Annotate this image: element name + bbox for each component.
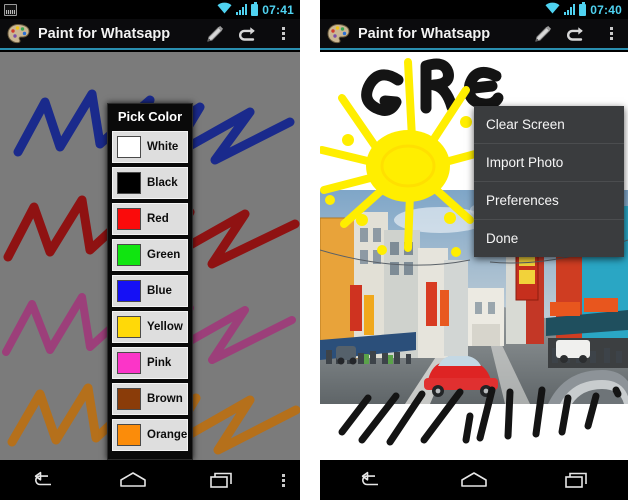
action-bar-left: Paint for Whatsapp xyxy=(0,19,300,50)
color-label: Orange xyxy=(147,429,188,441)
color-label: Red xyxy=(147,213,169,225)
home-icon[interactable] xyxy=(89,460,178,500)
overflow-menu[interactable]: Clear Screen Import Photo Preferences Do… xyxy=(474,106,624,257)
color-option-orange[interactable]: Orange xyxy=(112,419,188,451)
color-option-green[interactable]: Green xyxy=(112,239,188,271)
color-option-brown[interactable]: Brown xyxy=(112,383,188,415)
swatch-orange xyxy=(117,424,141,446)
phone-right: 07:40 Paint for Whatsapp Clear Screen Im… xyxy=(320,0,628,500)
action-bar-right: Paint for Whatsapp xyxy=(320,19,628,50)
swatch-blue xyxy=(117,280,141,302)
back-icon[interactable] xyxy=(0,460,89,500)
menu-item-preferences[interactable]: Preferences xyxy=(474,182,624,220)
color-label: White xyxy=(147,141,179,153)
color-label: Blue xyxy=(147,285,172,297)
app-title: Paint for Whatsapp xyxy=(38,25,171,42)
battery-icon xyxy=(579,1,587,16)
drawing-canvas-right[interactable]: Clear Screen Import Photo Preferences Do… xyxy=(320,52,628,460)
swatch-yellow xyxy=(117,316,141,338)
pencil-icon[interactable] xyxy=(198,18,232,49)
color-option-red[interactable]: Red xyxy=(112,203,188,235)
app-title: Paint for Whatsapp xyxy=(358,25,491,42)
undo-icon[interactable] xyxy=(232,18,266,49)
palette-icon xyxy=(327,23,351,45)
photo-notification-icon xyxy=(4,3,17,16)
menu-item-clear-screen[interactable]: Clear Screen xyxy=(474,106,624,144)
swatch-red xyxy=(117,208,141,230)
wifi-icon xyxy=(217,1,232,19)
overflow-icon[interactable] xyxy=(594,18,628,49)
status-time: 07:41 xyxy=(262,2,294,17)
color-label: Yellow xyxy=(147,321,183,333)
signal-icon xyxy=(564,4,576,15)
pick-color-dialog[interactable]: Pick Color White Black Red Green Blue Ye… xyxy=(107,103,193,460)
color-option-yellow[interactable]: Yellow xyxy=(112,311,188,343)
color-label: Pink xyxy=(147,357,172,369)
swatch-brown xyxy=(117,388,141,410)
color-option-white[interactable]: White xyxy=(112,131,188,163)
status-time: 07:40 xyxy=(590,2,622,17)
wifi-icon xyxy=(545,1,560,19)
color-label: Brown xyxy=(147,393,183,405)
overflow-icon[interactable] xyxy=(266,18,300,49)
nav-bar-right xyxy=(320,460,628,500)
color-option-blue[interactable]: Blue xyxy=(112,275,188,307)
color-option-pink[interactable]: Pink xyxy=(112,347,188,379)
swatch-white xyxy=(117,136,141,158)
pencil-icon[interactable] xyxy=(526,18,560,49)
color-label: Green xyxy=(147,249,181,261)
undo-icon[interactable] xyxy=(560,18,594,49)
swatch-green xyxy=(117,244,141,266)
status-bar-right: 07:40 xyxy=(320,0,628,19)
screenshot-stage: 07:41 Paint for Whatsapp Pick Color Whit… xyxy=(0,0,628,500)
menu-dots-icon[interactable] xyxy=(266,460,300,500)
back-icon[interactable] xyxy=(320,460,423,500)
swatch-pink xyxy=(117,352,141,374)
palette-icon xyxy=(7,23,31,45)
menu-item-import-photo[interactable]: Import Photo xyxy=(474,144,624,182)
color-label: Black xyxy=(147,177,178,189)
signal-icon xyxy=(236,4,248,15)
menu-item-done[interactable]: Done xyxy=(474,220,624,257)
recents-icon[interactable] xyxy=(525,460,628,500)
dialog-title: Pick Color xyxy=(117,109,183,124)
phone-left: 07:41 Paint for Whatsapp Pick Color Whit… xyxy=(0,0,300,500)
nav-bar-left xyxy=(0,460,300,500)
drawing-canvas-left[interactable]: Pick Color White Black Red Green Blue Ye… xyxy=(0,52,300,460)
phone-gap xyxy=(300,0,320,500)
recents-icon[interactable] xyxy=(177,460,266,500)
battery-icon xyxy=(251,1,259,16)
status-bar-left: 07:41 xyxy=(0,0,300,19)
home-icon[interactable] xyxy=(423,460,526,500)
swatch-black xyxy=(117,172,141,194)
color-option-black[interactable]: Black xyxy=(112,167,188,199)
